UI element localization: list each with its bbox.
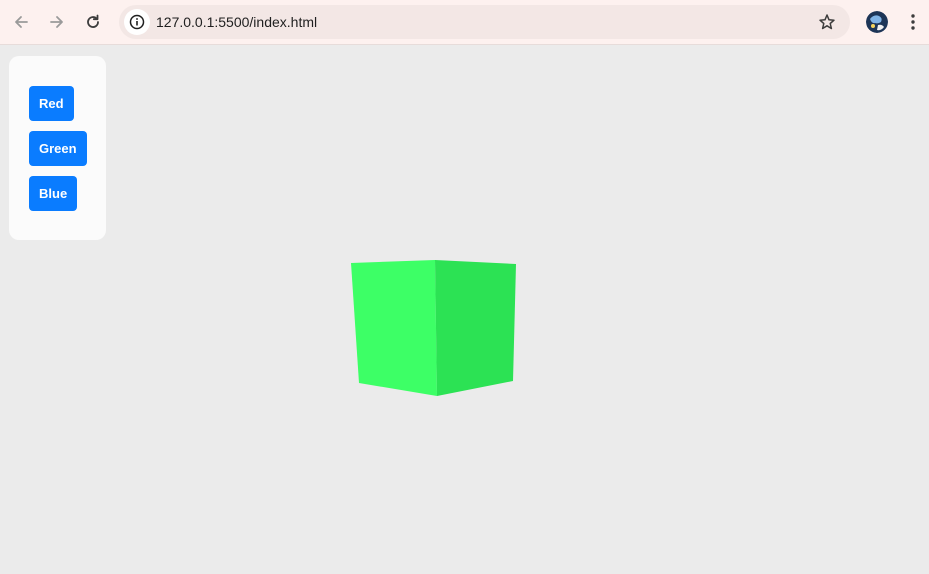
cube-front-face (351, 260, 437, 396)
url-text[interactable]: 127.0.0.1:5500/index.html (156, 14, 317, 30)
cube-side-face (435, 260, 516, 396)
kebab-menu-icon (911, 14, 915, 30)
arrow-left-icon (15, 16, 28, 28)
avatar[interactable] (866, 11, 888, 33)
back-button[interactable] (5, 6, 37, 38)
forward-button[interactable] (41, 6, 73, 38)
reload-button[interactable] (77, 6, 109, 38)
site-info-button[interactable] (124, 9, 150, 35)
arrow-right-icon (50, 16, 63, 28)
red-button[interactable]: Red (29, 86, 74, 121)
browser-toolbar: 127.0.0.1:5500/index.html (0, 0, 929, 45)
info-icon (129, 14, 145, 30)
blue-button[interactable]: Blue (29, 176, 78, 211)
bookmark-button[interactable] (814, 9, 840, 35)
browser-menu-button[interactable] (900, 6, 926, 38)
color-panel: Red Green Blue (9, 56, 106, 240)
green-button[interactable]: Green (29, 131, 87, 166)
page-viewport: Red Green Blue (0, 45, 929, 574)
reload-icon (87, 14, 99, 28)
cube-canvas[interactable] (0, 45, 929, 574)
address-bar[interactable]: 127.0.0.1:5500/index.html (119, 5, 850, 39)
star-icon (819, 14, 835, 30)
profile-avatar-icon (866, 11, 888, 33)
